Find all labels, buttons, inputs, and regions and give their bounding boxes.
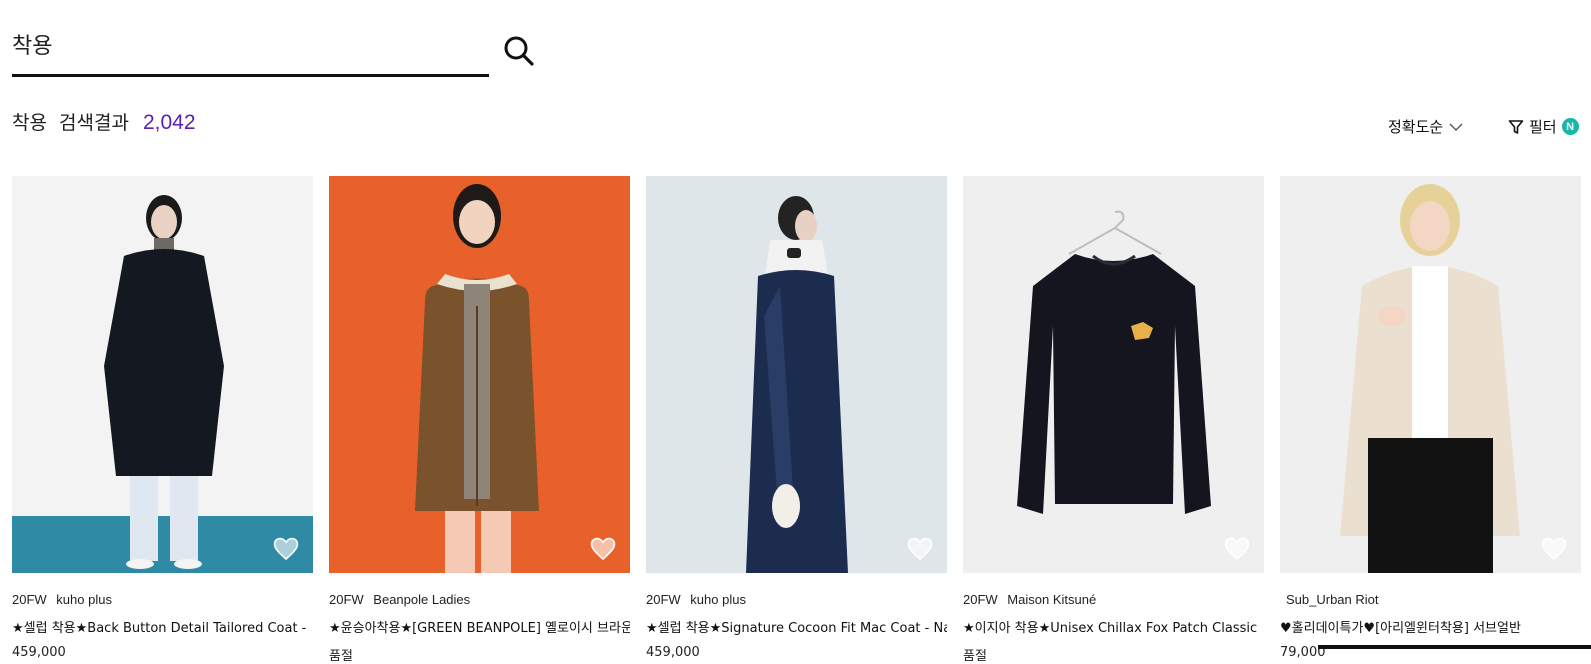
product-price: 품절 (963, 649, 987, 664)
product-price: 459,000 (12, 645, 66, 660)
product-title[interactable]: ♥홀리데이특가♥[아리엘윈터착용] 서브얼반 (1280, 617, 1581, 636)
result-query: 착용 (12, 112, 47, 134)
filter-button[interactable]: 필터 N (1508, 116, 1579, 137)
product-image[interactable] (329, 176, 630, 573)
product-brand[interactable]: Beanpole Ladies (373, 592, 470, 607)
product-card[interactable]: 20FW kuho plus ★셀럽 착용★Back Button Detail… (12, 176, 313, 664)
search-button[interactable] (502, 34, 536, 68)
heart-icon[interactable] (590, 537, 616, 561)
filter-label: 필터 (1529, 118, 1557, 136)
product-meta: 20FW Maison Kitsuné (963, 592, 1264, 607)
product-card[interactable]: 20FW Maison Kitsuné ★이지아 착용★Unisex Chill… (963, 176, 1264, 664)
product-brand[interactable]: Sub_Urban Riot (1286, 592, 1379, 607)
product-season: 20FW (12, 592, 47, 607)
product-price: 459,000 (646, 645, 700, 660)
search-icon (504, 36, 534, 66)
product-title[interactable]: ★셀럽 착용★Back Button Detail Tailored Coat … (12, 617, 313, 636)
sort-dropdown[interactable]: 정확도순 (1388, 116, 1463, 137)
product-price: 품절 (329, 649, 353, 664)
product-image[interactable] (1280, 176, 1581, 573)
chevron-down-icon (1449, 123, 1463, 131)
product-card[interactable]: 20FW Beanpole Ladies ★윤승아착용★[GREEN BEANP… (329, 176, 630, 664)
product-meta: 20FW Beanpole Ladies (329, 592, 630, 607)
product-season: 20FW (646, 592, 681, 607)
result-summary: 착용 검색결과 2,042 (12, 108, 196, 135)
product-image[interactable] (12, 176, 313, 573)
result-count: 2,042 (142, 111, 196, 134)
product-brand[interactable]: kuho plus (690, 592, 746, 607)
horizontal-scrollbar[interactable] (1318, 645, 1591, 649)
product-image[interactable] (963, 176, 1264, 573)
product-meta: 20FW kuho plus (646, 592, 947, 607)
product-season: 20FW (329, 592, 364, 607)
search-bar (12, 22, 489, 77)
search-input[interactable] (12, 22, 472, 66)
product-meta: 20FW kuho plus (12, 592, 313, 607)
heart-icon[interactable] (1541, 537, 1567, 561)
product-meta: Sub_Urban Riot (1280, 592, 1581, 607)
heart-icon[interactable] (907, 537, 933, 561)
product-title[interactable]: ★이지아 착용★Unisex Chillax Fox Patch Classic (963, 617, 1264, 636)
product-grid: 20FW kuho plus ★셀럽 착용★Back Button Detail… (12, 176, 1581, 664)
product-title[interactable]: ★윤승아착용★[GREEN BEANPOLE] 옐로이시 브라운 (329, 617, 630, 636)
product-title[interactable]: ★셀럽 착용★Signature Cocoon Fit Mac Coat - N… (646, 617, 947, 636)
product-brand[interactable]: kuho plus (56, 592, 112, 607)
heart-icon[interactable] (273, 537, 299, 561)
sort-label: 정확도순 (1388, 118, 1444, 136)
new-badge: N (1561, 118, 1579, 135)
product-season: 20FW (963, 592, 998, 607)
product-card[interactable]: Sub_Urban Riot ♥홀리데이특가♥[아리엘윈터착용] 서브얼반 79… (1280, 176, 1581, 664)
product-image[interactable] (646, 176, 947, 573)
heart-icon[interactable] (1224, 537, 1250, 561)
result-label: 검색결과 (59, 112, 129, 134)
product-brand[interactable]: Maison Kitsuné (1007, 592, 1096, 607)
product-card[interactable]: 20FW kuho plus ★셀럽 착용★Signature Cocoon F… (646, 176, 947, 664)
filter-icon (1508, 119, 1524, 134)
